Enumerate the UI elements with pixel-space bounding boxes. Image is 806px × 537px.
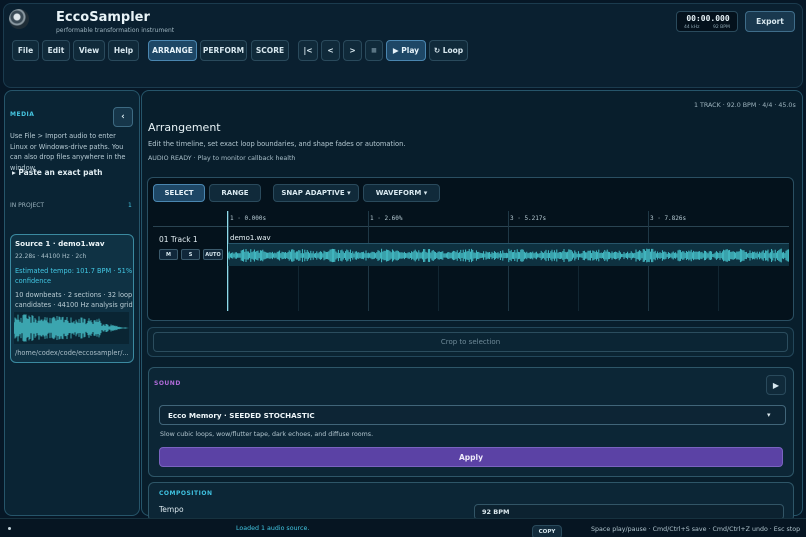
tempo-value: 92 BPM xyxy=(482,508,510,516)
play-button[interactable]: ▶ Play xyxy=(386,40,426,61)
next-button[interactable]: > xyxy=(343,40,362,61)
page-title: Arrangement xyxy=(148,121,221,134)
menu-edit[interactable]: Edit xyxy=(42,40,70,61)
status-indicator xyxy=(8,527,11,530)
menu-view[interactable]: View xyxy=(73,40,105,61)
stop-button[interactable]: ■ xyxy=(365,40,383,61)
beat-gridline xyxy=(718,266,719,311)
ruler-tick-label: 3 · 7.826s xyxy=(650,215,687,222)
status-message: Loaded 1 audio source. xyxy=(236,525,310,532)
track-automation-button[interactable]: AUTO xyxy=(203,249,223,260)
source-waveform-thumbnail xyxy=(14,312,129,344)
beat-gridline xyxy=(578,266,579,311)
waveform xyxy=(14,314,129,342)
source-stats: 10 downbeats · 2 sections · 32 loop cand… xyxy=(15,291,133,309)
sample-rate-readout: 44 kHz xyxy=(684,25,700,30)
preset-description: Slow cubic loops, wow/flutter tape, dark… xyxy=(160,431,374,438)
collapse-sidebar-button[interactable]: ‹ xyxy=(113,107,133,127)
bpm-readout: 92 BPM xyxy=(713,25,730,30)
source-path: /home/codex/code/eccosampler/... xyxy=(15,349,129,357)
ruler-tick-label: 3 · 5.217s xyxy=(510,215,547,222)
source-info: 22.28s · 44100 Hz · 2ch xyxy=(15,253,87,260)
menu-help[interactable]: Help xyxy=(108,40,139,61)
beat-gridline xyxy=(298,266,299,311)
playhead[interactable] xyxy=(227,211,228,311)
time-readout: 00:00.000 xyxy=(686,14,730,23)
mode-arrange-tab[interactable]: ARRANGE xyxy=(148,40,197,61)
track-summary: 1 TRACK · 92.0 BPM · 4/4 · 45.0s xyxy=(694,102,796,109)
mode-score-tab[interactable]: SCORE xyxy=(251,40,289,61)
arrangement-description: Edit the timeline, set exact loop bounda… xyxy=(148,140,406,148)
media-help-text: Use File > Import audio to enter Linux o… xyxy=(10,132,126,172)
previous-button[interactable]: < xyxy=(321,40,340,61)
tempo-label: Tempo xyxy=(159,505,184,514)
ruler-tick-label: 1 · 0.000s xyxy=(230,215,267,222)
range-tool-button[interactable]: RANGE xyxy=(209,184,261,202)
track-mute-button[interactable]: M xyxy=(159,249,178,260)
app-subtitle: performable transformation instrument xyxy=(56,27,175,34)
mode-perform-tab[interactable]: PERFORM xyxy=(200,40,247,61)
app-logo xyxy=(9,9,29,29)
ruler-tick-label: 1 · 2.60% xyxy=(370,215,403,222)
paste-path-link[interactable]: ▸ Paste an exact path xyxy=(12,168,102,177)
sound-section-label: SOUND xyxy=(154,380,181,387)
beat-gridline xyxy=(438,266,439,311)
view-mode-dropdown[interactable]: WAVEFORM ▾ xyxy=(363,184,440,202)
keyboard-shortcuts: Space play/pause · Cmd/Ctrl+S save · Cmd… xyxy=(591,526,801,533)
chevron-down-icon: ▾ xyxy=(767,411,771,419)
export-button[interactable]: Export xyxy=(745,11,795,32)
copy-button[interactable]: COPY xyxy=(532,525,562,537)
source-tempo: Estimated tempo: 101.7 BPM · 51% confide… xyxy=(15,267,133,285)
composition-section-label: COMPOSITION xyxy=(159,490,213,497)
source-name: Source 1 · demo1.wav xyxy=(15,239,105,248)
waveform xyxy=(228,248,789,263)
track-name: 01 Track 1 xyxy=(159,235,198,244)
in-project-label: IN PROJECT xyxy=(10,202,45,209)
clip-name: demo1.wav xyxy=(230,234,271,242)
skip-to-start-button[interactable]: |< xyxy=(298,40,318,61)
crop-to-selection-button[interactable]: Crop to selection xyxy=(153,332,788,352)
audio-clip[interactable] xyxy=(228,243,789,266)
preset-value: Ecco Memory · SEEDED STOCHASTIC xyxy=(168,411,315,420)
in-project-count: 1 xyxy=(128,202,132,209)
menu-file[interactable]: File xyxy=(12,40,39,61)
track-solo-button[interactable]: S xyxy=(181,249,200,260)
audio-status: AUDIO READY · Play to monitor callback h… xyxy=(148,155,296,162)
preview-sound-button[interactable]: ▶ xyxy=(766,375,786,395)
snap-dropdown[interactable]: SNAP ADAPTIVE ▾ xyxy=(273,184,359,202)
transport-display: 00:00.000 44 kHz 92 BPM xyxy=(676,11,738,32)
select-tool-button[interactable]: SELECT xyxy=(153,184,205,202)
media-section-label: MEDIA xyxy=(10,111,35,118)
apply-button[interactable]: Apply xyxy=(159,447,783,467)
app-title: EccoSampler xyxy=(56,10,150,25)
loop-button[interactable]: ↻ Loop xyxy=(429,40,468,61)
